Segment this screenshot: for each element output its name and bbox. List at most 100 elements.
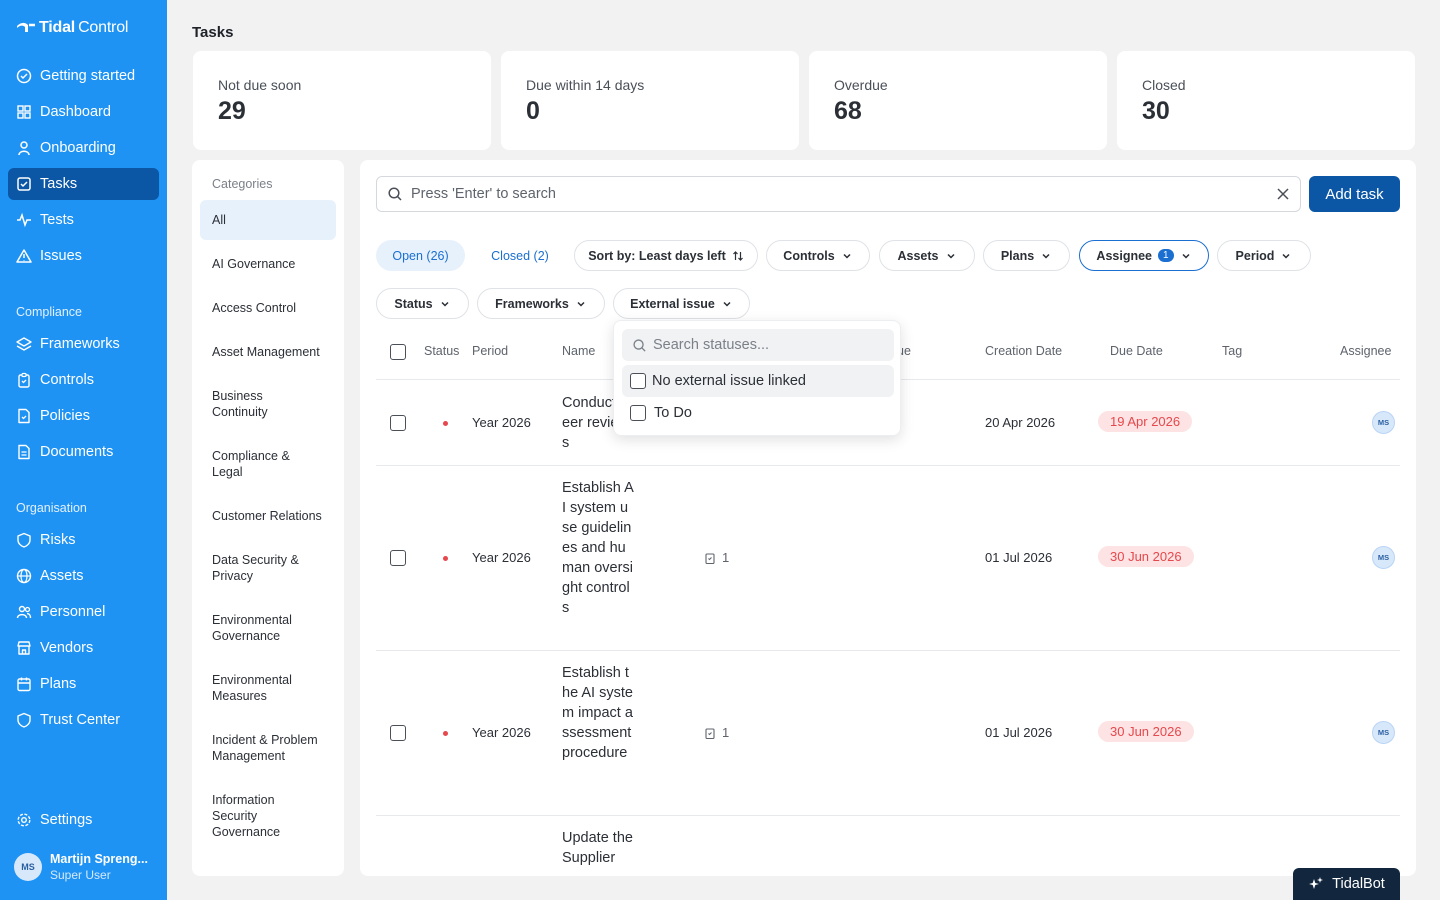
row-name[interactable]: Establish the AI system impact assessmen… — [562, 663, 634, 763]
controls-count: 1 — [722, 725, 730, 740]
header-period[interactable]: Period — [472, 344, 508, 358]
category-environmental-governance[interactable]: Environmental Governance — [200, 608, 310, 648]
plans-filter[interactable]: Plans — [983, 240, 1070, 271]
row-name[interactable]: Update the Supplier — [562, 828, 634, 868]
row-checkbox[interactable] — [390, 415, 406, 431]
nav-getting-started[interactable]: Getting started — [8, 60, 159, 92]
nav-risks[interactable]: Risks — [8, 524, 159, 556]
category-access-control[interactable]: Access Control — [200, 288, 336, 328]
header-creation-date[interactable]: Creation Date — [985, 344, 1062, 358]
category-environmental-measures[interactable]: Environmental Measures — [200, 668, 310, 708]
categories-panel: Categories All AI Governance Access Cont… — [192, 160, 344, 876]
nav-label: Assets — [40, 568, 84, 584]
row-name[interactable]: Establish AI system use guidelines and h… — [562, 478, 634, 618]
header-due-date[interactable]: Due Date — [1110, 344, 1163, 358]
category-asset-management[interactable]: Asset Management — [200, 332, 336, 372]
status-search-input[interactable]: Search statuses... — [622, 329, 894, 361]
nav-frameworks[interactable]: Frameworks — [8, 328, 159, 360]
person-icon — [18, 141, 30, 156]
category-ai-governance[interactable]: AI Governance — [200, 244, 336, 284]
row-checkbox[interactable] — [390, 725, 406, 741]
search-icon — [633, 338, 646, 352]
table-row[interactable]: Year 2026 Establish the AI system impact… — [376, 651, 1400, 816]
nav-dashboard[interactable]: Dashboard — [8, 96, 159, 128]
nav-issues[interactable]: Issues — [8, 240, 159, 272]
nav-label: Dashboard — [40, 104, 111, 120]
period-filter[interactable]: Period — [1217, 240, 1311, 271]
nav-tests[interactable]: Tests — [8, 204, 159, 236]
row-due-badge: 30 Jun 2026 — [1098, 546, 1194, 567]
stat-value: 0 — [526, 97, 540, 125]
tab-open[interactable]: Open (26) — [376, 240, 465, 271]
brand-logo[interactable]: Tidal Control — [16, 19, 128, 37]
sort-arrows-icon — [732, 250, 743, 261]
category-compliance-legal[interactable]: Compliance & Legal — [200, 444, 310, 484]
avatar[interactable]: MS — [1372, 411, 1395, 434]
table-row[interactable]: Year 2026 Establish AI system use guidel… — [376, 466, 1400, 651]
brand-name-light: Control — [78, 19, 129, 36]
nav-vendors[interactable]: Vendors — [8, 632, 159, 664]
nav-documents[interactable]: Documents — [8, 436, 159, 468]
nav-tasks[interactable]: Tasks — [8, 168, 159, 200]
nav-label: Documents — [40, 444, 114, 460]
table-row[interactable]: Update the Supplier — [376, 816, 1400, 876]
stat-card-overdue[interactable]: Overdue 68 — [809, 51, 1107, 150]
tidalbot-button[interactable]: TidalBot — [1293, 868, 1400, 900]
category-information-security-governance[interactable]: Information Security Governance — [200, 788, 296, 844]
sort-label: Sort by: Least days left — [588, 248, 726, 263]
option-label: No external issue linked — [652, 373, 806, 389]
assignee-filter[interactable]: Assignee 1 — [1079, 240, 1209, 271]
close-icon[interactable] — [1276, 187, 1290, 201]
row-checkbox[interactable] — [390, 550, 406, 566]
controls-count: 1 — [722, 550, 730, 565]
assets-filter[interactable]: Assets — [879, 240, 975, 271]
category-all[interactable]: All — [200, 200, 336, 240]
category-data-security-privacy[interactable]: Data Security & Privacy — [200, 548, 316, 588]
controls-filter[interactable]: Controls — [766, 240, 870, 271]
option-no-external-issue[interactable]: No external issue linked — [622, 365, 894, 397]
nav-onboarding[interactable]: Onboarding — [8, 132, 159, 164]
category-customer-relations[interactable]: Customer Relations — [200, 496, 336, 536]
option-checkbox[interactable] — [630, 373, 646, 389]
calendar-icon — [17, 677, 31, 692]
category-incident-problem-management[interactable]: Incident & Problem Management — [200, 728, 336, 768]
select-all-checkbox[interactable] — [390, 344, 406, 360]
add-task-button[interactable]: Add task — [1309, 176, 1400, 212]
filter-label: External issue — [630, 296, 715, 311]
stat-label: Due within 14 days — [526, 77, 645, 93]
external-issue-filter[interactable]: External issue — [613, 288, 750, 319]
stat-card-due-within-14-days[interactable]: Due within 14 days 0 — [501, 51, 799, 150]
header-status[interactable]: Status — [424, 344, 459, 358]
category-business-continuity[interactable]: Business Continuity — [200, 384, 320, 424]
grid-icon — [17, 105, 31, 119]
frameworks-filter[interactable]: Frameworks — [477, 288, 605, 319]
user-role: Super User — [50, 868, 111, 882]
stat-value: 30 — [1142, 97, 1170, 125]
stat-value: 68 — [834, 97, 862, 125]
option-checkbox[interactable] — [630, 405, 646, 421]
nav-controls[interactable]: Controls — [8, 364, 159, 396]
header-assignee[interactable]: Assignee — [1340, 344, 1391, 358]
status-filter[interactable]: Status — [376, 288, 469, 319]
sort-button[interactable]: Sort by: Least days left — [574, 240, 758, 271]
user-profile[interactable]: MS Martijn Spreng... Super User — [14, 852, 148, 882]
nav-plans[interactable]: Plans — [8, 668, 159, 700]
nav-settings[interactable]: Settings — [8, 804, 159, 836]
stat-card-not-due-soon[interactable]: Not due soon 29 — [193, 51, 491, 150]
search-bar[interactable] — [376, 176, 1301, 212]
filter-label: Controls — [783, 248, 835, 263]
nav-policies[interactable]: Policies — [8, 400, 159, 432]
search-icon — [388, 187, 402, 201]
nav-trust-center[interactable]: Trust Center — [8, 704, 159, 736]
section-organisation: Organisation — [16, 501, 87, 515]
avatar[interactable]: MS — [1372, 546, 1395, 569]
avatar[interactable]: MS — [1372, 721, 1395, 744]
header-tag[interactable]: Tag — [1222, 344, 1242, 358]
nav-personnel[interactable]: Personnel — [8, 596, 159, 628]
search-input[interactable] — [411, 186, 1268, 202]
tab-closed[interactable]: Closed (2) — [474, 240, 566, 271]
header-name[interactable]: Name — [562, 344, 595, 358]
nav-assets[interactable]: Assets — [8, 560, 159, 592]
stat-card-closed[interactable]: Closed 30 — [1117, 51, 1415, 150]
option-to-do[interactable]: To Do — [622, 397, 894, 429]
